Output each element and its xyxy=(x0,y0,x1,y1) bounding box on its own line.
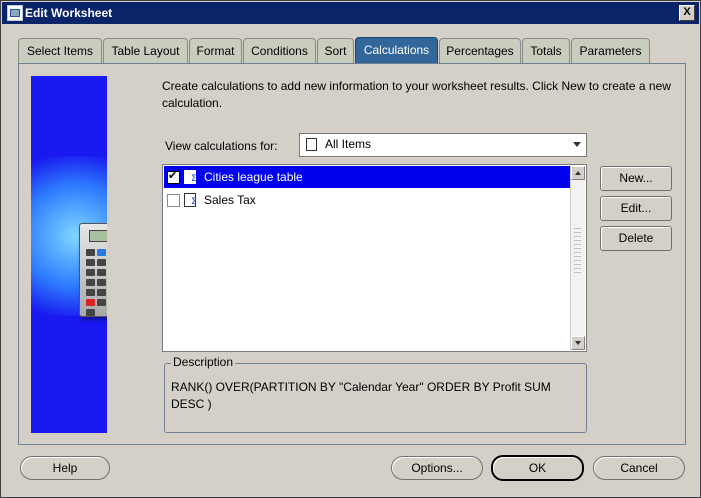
calculation-checkbox[interactable] xyxy=(167,194,180,207)
list-item[interactable]: Cities league table xyxy=(164,166,570,188)
edit-worksheet-dialog: Edit Worksheet X Select Items Table Layo… xyxy=(0,0,701,498)
tab-conditions[interactable]: Conditions xyxy=(243,38,316,63)
delete-button[interactable]: Delete xyxy=(600,226,672,251)
description-text: RANK() OVER(PARTITION BY "Calendar Year"… xyxy=(171,380,551,411)
scroll-down-icon[interactable] xyxy=(571,336,585,350)
tab-select-items[interactable]: Select Items xyxy=(18,38,102,63)
cancel-button[interactable]: Cancel xyxy=(593,456,685,480)
scroll-up-icon[interactable] xyxy=(571,166,585,180)
calculation-label: Cities league table xyxy=(204,170,303,184)
tab-totals[interactable]: Totals xyxy=(522,38,570,63)
list-item[interactable]: Sales Tax xyxy=(164,189,570,211)
view-calculations-label: View calculations for: xyxy=(165,139,278,153)
description-box: Description RANK() OVER(PARTITION BY "Ca… xyxy=(164,355,587,433)
help-button[interactable]: Help xyxy=(20,456,110,480)
app-icon xyxy=(7,5,23,21)
calculation-icon xyxy=(184,193,197,207)
intro-text: Create calculations to add new informati… xyxy=(162,79,671,110)
calculator-illustration: 888 xyxy=(31,76,107,433)
view-calculations-label-text: View calculations for: xyxy=(165,139,278,153)
calculator-display: 888 xyxy=(89,230,107,242)
tab-format[interactable]: Format xyxy=(189,38,242,63)
list-scrollbar[interactable] xyxy=(570,166,585,350)
scroll-grip[interactable] xyxy=(574,228,581,273)
calculations-panel: 888 Create calculations to add new infor… xyxy=(18,63,686,445)
options-button[interactable]: Options... xyxy=(391,456,483,480)
title-bar[interactable]: Edit Worksheet X xyxy=(2,2,699,24)
calculations-list[interactable]: Cities league table Sales Tax xyxy=(162,164,587,352)
calculation-checkbox[interactable] xyxy=(167,169,180,184)
edit-button[interactable]: Edit... xyxy=(600,196,672,221)
calculation-icon xyxy=(184,170,197,184)
dropdown-value: All Items xyxy=(325,137,372,151)
tab-table-layout[interactable]: Table Layout xyxy=(103,38,188,63)
tab-calculations[interactable]: Calculations xyxy=(355,37,438,64)
chevron-down-icon[interactable] xyxy=(573,142,581,147)
calculator-icon: 888 xyxy=(79,223,107,317)
view-calculations-dropdown[interactable]: All Items xyxy=(299,133,587,157)
calculation-label: Sales Tax xyxy=(204,193,256,207)
items-icon xyxy=(303,138,317,154)
close-button[interactable]: X xyxy=(679,5,695,21)
window-title: Edit Worksheet xyxy=(25,6,113,20)
tab-sort[interactable]: Sort xyxy=(317,38,354,63)
tab-percentages[interactable]: Percentages xyxy=(439,38,521,63)
new-button[interactable]: New... xyxy=(600,166,672,191)
description-title: Description xyxy=(171,355,236,369)
calculator-keys xyxy=(86,249,107,319)
tab-parameters[interactable]: Parameters xyxy=(571,38,650,63)
ok-button[interactable]: OK xyxy=(491,455,584,481)
